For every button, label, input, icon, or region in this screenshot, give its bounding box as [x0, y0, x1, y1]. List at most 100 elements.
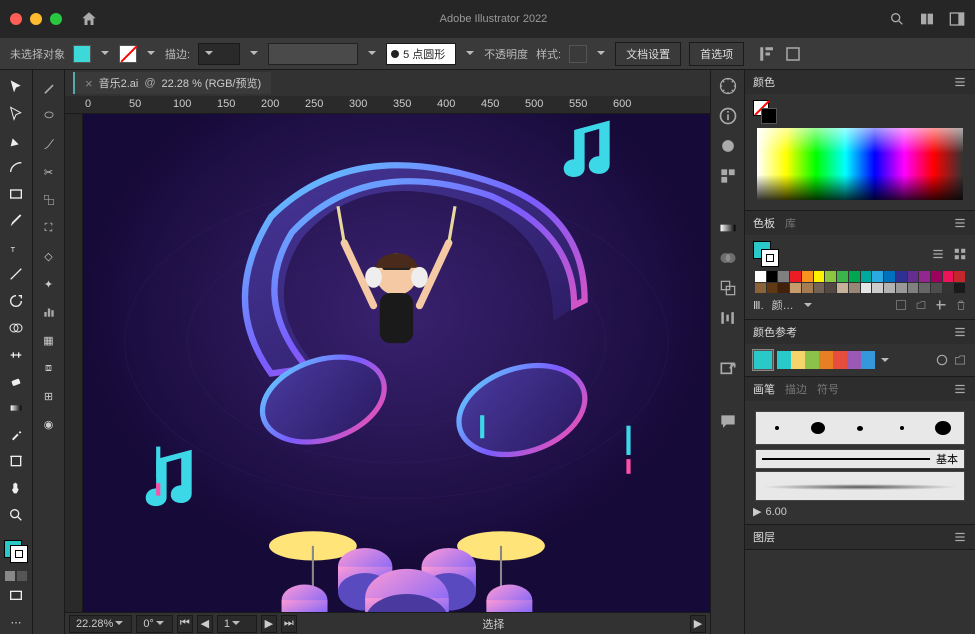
color-fill-stroke-indicator[interactable] [753, 100, 777, 124]
stroke-dropdown[interactable] [145, 47, 157, 61]
zoom-level-field[interactable]: 22.28% [69, 615, 132, 633]
perspective-grid-tool[interactable]: ⧈ [37, 356, 61, 380]
brush-profile[interactable]: 5 点圆形 [386, 43, 456, 65]
swatch-cell[interactable] [825, 283, 836, 294]
fill-swatch[interactable] [73, 45, 91, 63]
transparency-panel-icon[interactable] [718, 248, 738, 268]
shaper-tool[interactable]: ◇ [37, 244, 61, 268]
swatch-cell[interactable] [931, 283, 942, 294]
pathfinder-panel-icon[interactable] [718, 278, 738, 298]
color-guide-panel-tab[interactable]: 颜色参考 [753, 324, 797, 340]
swatch-cell[interactable] [861, 271, 872, 282]
swatch-cell[interactable] [778, 271, 789, 282]
swatch-cell[interactable] [884, 271, 895, 282]
swatch-cell[interactable] [872, 283, 883, 294]
swatch-cell[interactable] [943, 271, 954, 282]
ruler-horizontal[interactable]: 050100150200250300350400450500550600 [65, 96, 710, 114]
swatches-panel-menu-icon[interactable] [953, 216, 967, 230]
swatch-cell[interactable] [814, 271, 825, 282]
ruler-vertical[interactable] [65, 114, 83, 612]
color-spectrum[interactable] [757, 128, 963, 200]
basic-brush-row[interactable]: 基本 [755, 449, 965, 469]
draw-normal[interactable] [5, 571, 15, 581]
artboard-last[interactable]: ⏭ [281, 615, 297, 633]
canvas[interactable] [83, 114, 710, 612]
arrange-docs-icon[interactable] [919, 11, 935, 27]
swatch-cell[interactable] [861, 283, 872, 294]
gradient-panel-icon[interactable] [718, 218, 738, 238]
swatch-cell[interactable] [755, 271, 766, 282]
brush-size-play-icon[interactable]: ▶ [753, 505, 761, 518]
mesh-tool[interactable]: ⊞ [37, 384, 61, 408]
swatch-cell[interactable] [790, 283, 801, 294]
stroke-panel-tab[interactable]: 描边 [785, 381, 807, 397]
free-transform-tool[interactable]: ⛶ [37, 216, 61, 240]
color-panel-menu-icon[interactable] [953, 75, 967, 89]
comments-panel-icon[interactable] [718, 412, 738, 432]
layers-menu-icon[interactable] [953, 530, 967, 544]
type-tool[interactable]: T [4, 236, 28, 259]
fill-dropdown[interactable] [99, 47, 111, 61]
guide-swatch[interactable] [791, 351, 805, 369]
swatch-cell[interactable] [790, 271, 801, 282]
rotate-tool[interactable] [4, 290, 28, 313]
new-swatch-icon[interactable] [935, 299, 947, 311]
scissors-tool[interactable]: ✂ [37, 160, 61, 184]
color-guide-menu-icon[interactable] [953, 325, 967, 339]
swatch-list-view-icon[interactable] [931, 247, 945, 261]
swatch-cell[interactable] [931, 271, 942, 282]
swatch-cell[interactable] [908, 283, 919, 294]
eraser-tool[interactable] [4, 370, 28, 393]
line-segment-tool[interactable] [4, 263, 28, 286]
search-icon[interactable] [889, 11, 905, 27]
swatch-cell[interactable] [896, 283, 907, 294]
document-tab[interactable]: × 音乐2.ai @ 22.28 % (RGB/预览) [73, 72, 271, 94]
graphic-style-swatch[interactable] [569, 45, 587, 63]
tab-close-icon[interactable]: × [85, 76, 93, 91]
layers-panel-tab[interactable]: 图层 [753, 529, 775, 545]
delete-swatch-icon[interactable] [955, 299, 967, 311]
swatch-cell[interactable] [767, 271, 778, 282]
pen-tool[interactable] [4, 129, 28, 152]
style-dropdown[interactable] [595, 47, 607, 61]
zoom-tool[interactable] [4, 504, 28, 527]
guide-swatch[interactable] [777, 351, 791, 369]
swatch-grid[interactable] [755, 271, 965, 293]
swatch-library-menu[interactable]: Ⅲ. [753, 299, 764, 312]
libraries-panel-tab[interactable]: 库 [785, 215, 796, 231]
export-panel-icon[interactable] [718, 360, 738, 380]
screen-mode[interactable] [4, 585, 28, 608]
graphic-styles-panel-icon[interactable] [718, 166, 738, 186]
swatch-cell[interactable] [954, 283, 965, 294]
direct-selection-tool[interactable] [4, 103, 28, 126]
workspace-switcher-icon[interactable] [949, 11, 965, 27]
eyedropper-tool[interactable] [4, 423, 28, 446]
artboard-first[interactable]: ⏮ [177, 615, 193, 633]
appearance-panel-icon[interactable] [718, 136, 738, 156]
artboard-tool[interactable] [4, 450, 28, 473]
swatch-options-icon[interactable] [895, 299, 907, 311]
save-color-group-icon[interactable] [953, 353, 967, 367]
home-icon[interactable] [80, 10, 98, 28]
rotate-view-field[interactable]: 0° [136, 615, 173, 633]
swatch-cell[interactable] [755, 283, 766, 294]
transform-icon[interactable] [784, 45, 802, 63]
scroll-right[interactable]: ▶ [690, 615, 706, 633]
stroke-weight-input[interactable] [198, 43, 240, 65]
blend-tool[interactable]: ◉ [37, 412, 61, 436]
align-icon[interactable] [758, 45, 776, 63]
brush-def-dropdown[interactable] [366, 47, 378, 61]
swatch-cell[interactable] [908, 271, 919, 282]
recolor-artwork-icon[interactable] [935, 353, 949, 367]
paintbrush-tool[interactable] [4, 210, 28, 233]
curvature-tool[interactable] [4, 156, 28, 179]
edit-toolbar[interactable]: ⋯ [4, 611, 28, 634]
brush-profile-dropdown[interactable] [464, 47, 476, 61]
guide-swatch[interactable] [833, 351, 847, 369]
slice-tool[interactable]: ▦ [37, 328, 61, 352]
swatch-cell[interactable] [849, 283, 860, 294]
rectangle-tool[interactable] [4, 183, 28, 206]
swatch-cell[interactable] [872, 271, 883, 282]
brushes-menu-icon[interactable] [953, 382, 967, 396]
vstroke-menu[interactable] [248, 47, 260, 61]
